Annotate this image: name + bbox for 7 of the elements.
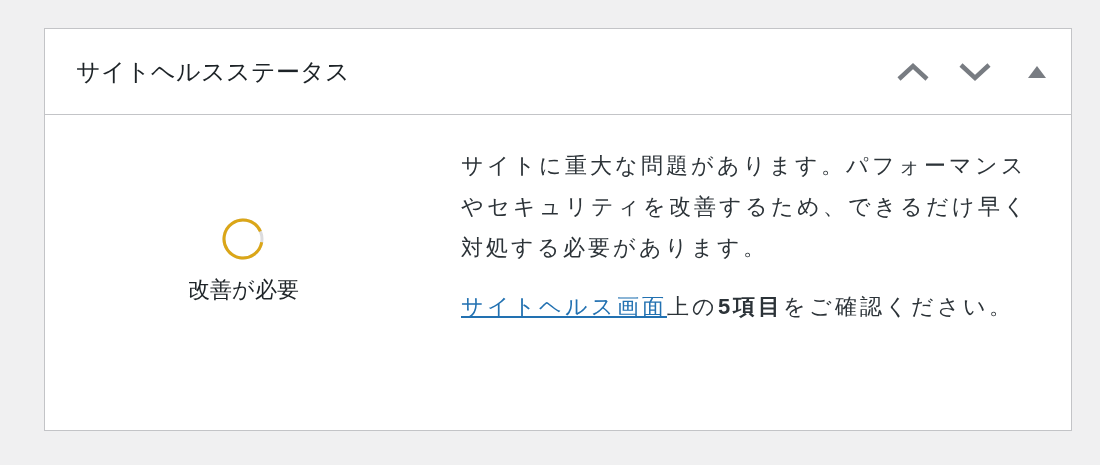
chevron-down-icon bbox=[958, 61, 992, 82]
status-label: 改善が必要 bbox=[187, 276, 299, 304]
site-health-link[interactable]: サイトヘルス画面 bbox=[461, 294, 667, 319]
triangle-up-icon bbox=[1027, 64, 1047, 79]
widget-title: サイトヘルスステータス bbox=[76, 56, 350, 87]
chevron-up-icon bbox=[896, 61, 930, 82]
description-text: サイトに重大な問題があります。パフォーマンスやセキュリティを改善するため、できるだけ早く対処する必要があります。 bbox=[461, 152, 1030, 262]
